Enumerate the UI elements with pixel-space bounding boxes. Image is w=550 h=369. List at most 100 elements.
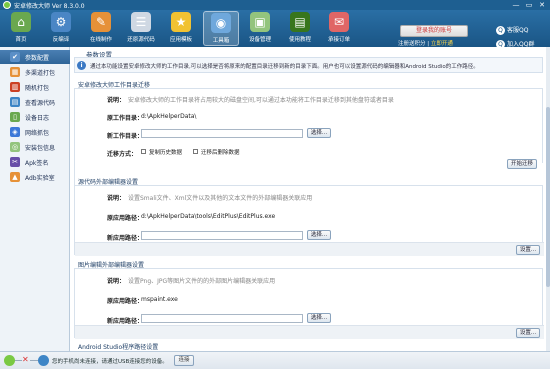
section-description: 设置Smali文件、Xml文件以及其他的文本文件的外部编辑器关联应用 (128, 195, 313, 202)
orig-dir-label: 原工作目录： (107, 115, 144, 122)
home-icon: ⌂ (11, 12, 31, 32)
sidebar-item-package-info[interactable]: ◎ 安装包信息 (0, 140, 70, 154)
main-scrollbar[interactable] (546, 47, 550, 351)
desc-label: 说明： (107, 195, 126, 202)
status-bar: ✕ 您的手机尚未连接，请通过USB连接您的设备。 连接 (0, 351, 550, 369)
sidebar-item-label: 查看源代码 (25, 99, 56, 107)
close-button[interactable]: ✕ (537, 1, 547, 9)
connection-line (15, 360, 22, 361)
multichannel-icon: ▦ (10, 67, 20, 77)
connection-status-text: 您的手机尚未连接，请通过USB连接您的设备。 (52, 359, 168, 365)
new-dir-label: 新工作目录： (107, 133, 144, 140)
restore-source-icon: ☰ (131, 12, 151, 32)
toolbar-toolbox-button[interactable]: ◉ 工具箱 (203, 11, 239, 46)
online-make-icon: ✎ (91, 12, 111, 32)
sidebar-item-apk-sign[interactable]: ✂ Apk签名 (0, 155, 70, 169)
new-app-label: 新应用路径： (107, 318, 144, 325)
apk-sign-icon: ✂ (10, 157, 20, 167)
toolbar-restore-source-button[interactable]: ☰ 还原源代码 (123, 11, 159, 46)
toolbar-home-button[interactable]: ⌂ 首页 (3, 11, 39, 46)
desc-label: 说明： (107, 97, 126, 104)
packet-capture-icon: ◈ (10, 127, 20, 137)
sidebar: ✔ 参数配置 ▦ 多渠道打包 ▥ 随机打包 ▤ 查看源代码 ▯ 设备日志 ◈ 网络抓包 ◎ 安装包信息 ✂ A… (0, 47, 70, 351)
browse-dir-button[interactable]: 选择... (307, 128, 331, 138)
migrate-mode-label: 迁移方式： (107, 151, 138, 158)
toolbar-label: 工具箱 (212, 38, 230, 44)
toolbar-label: 应用模板 (169, 37, 192, 43)
toolbar-label: 承接订单 (327, 37, 350, 43)
intro-text: 通过本功能设置安卓修改大师的工作目录,可以选择是否将原来的配置目录迁移到新的目录… (90, 64, 479, 70)
sidebar-item-settings[interactable]: ✔ 参数配置 (0, 50, 70, 64)
section-box: 说明： 设置Smali文件、Xml文件以及其他的文本文件的外部编辑器关联应用 原… (74, 185, 544, 256)
new-editor-path-input[interactable] (141, 231, 303, 240)
qq-icon: Q (496, 26, 505, 35)
account-promo: 登录我的账号 注册送积分 | 立即开通 (398, 23, 470, 50)
sidebar-item-label: 网络抓包 (25, 129, 50, 137)
toolbar-online-make-button[interactable]: ✎ 在线制作 (83, 11, 119, 46)
section-description: 安卓修改大师的工作目录将占用较大的磁盘空间,可以通过本功能将工作目录迁移到其他盘… (128, 97, 394, 104)
login-account-button[interactable]: 登录我的账号 (400, 25, 468, 37)
set-editor-button[interactable]: 设置... (516, 245, 540, 255)
toolbar-app-template-button[interactable]: ★ 应用模板 (163, 11, 199, 46)
sidebar-item-device-log[interactable]: ▯ 设备日志 (0, 110, 70, 124)
minimize-button[interactable]: — (511, 1, 521, 9)
phone-device-icon (38, 355, 49, 366)
orig-app-label: 原应用路径： (107, 298, 144, 305)
main-toolbar: ⌂ 首页 ⚙ 反编译 ✎ 在线制作 ☰ 还原源代码 ★ 应用模板 ◉ 工具箱 ▣ 设备管理 ▤ 使用教程 ✉ 承接… (0, 10, 550, 50)
sidebar-item-adb-lab[interactable]: ▲ Adb实验室 (0, 170, 70, 184)
restore-button[interactable]: ▭ (524, 1, 534, 9)
new-dir-input[interactable] (141, 129, 303, 138)
orig-app-value: d:\ApkHelperData\tools\EditPlus\EditPlus… (141, 213, 276, 220)
title-bar: 安卓修改大师 Ver 8.3.0.0 — ▭ ✕ (0, 0, 550, 10)
copy-history-label: 复制历史数据 (149, 150, 183, 156)
delete-after-checkbox[interactable] (193, 149, 198, 154)
browse-editor-button[interactable]: 选择... (307, 230, 331, 240)
support-qq-link[interactable]: Q 客服QQ (496, 25, 528, 35)
app-title: 安卓修改大师 Ver 8.3.0.0 (14, 3, 85, 10)
toolbar-decompile-button[interactable]: ⚙ 反编译 (43, 11, 79, 46)
sidebar-item-label: Adb实验室 (25, 174, 55, 182)
support-qq-label: 客服QQ (507, 27, 529, 34)
browse-image-editor-button[interactable]: 选择... (307, 313, 331, 323)
register-promo-line[interactable]: 注册送积分 | 立即开通 (398, 39, 498, 47)
section-box: 说明： 设置Png、JPG等图片文件的的外部图片编辑器关联应用 原应用路径： m… (74, 268, 544, 339)
app-logo-icon (3, 1, 11, 9)
copy-history-checkbox[interactable] (141, 149, 146, 154)
toolbar-label: 设备管理 (248, 37, 271, 43)
toolbar-tutorial-button[interactable]: ▤ 使用教程 (282, 11, 318, 46)
settings-icon: ✔ (10, 52, 20, 62)
sidebar-item-label: Apk签名 (25, 159, 49, 167)
sidebar-item-packet-capture[interactable]: ◈ 网络抓包 (0, 125, 70, 139)
toolbox-icon: ◉ (211, 13, 231, 33)
toolbar-label: 在线制作 (89, 37, 112, 43)
new-image-editor-input[interactable] (141, 314, 303, 323)
set-image-editor-button[interactable]: 设置... (516, 328, 540, 338)
section-title: Android Studio程序路径设置 (78, 344, 159, 351)
intro-banner: i 通过本功能设置安卓修改大师的工作目录,可以选择是否将原来的配置目录迁移到新的… (74, 57, 543, 73)
image-editor-section: 图片编辑外部编辑器设置 说明： 设置Png、JPG等图片文件的的外部图片编辑器关… (74, 260, 544, 340)
sidebar-item-random-pack[interactable]: ▥ 随机打包 (0, 80, 70, 94)
toolbar-orders-button[interactable]: ✉ 承接订单 (321, 11, 357, 46)
toolbar-label: 反编译 (52, 37, 70, 43)
device-manager-icon: ▣ (250, 12, 270, 32)
package-info-icon: ◎ (10, 142, 20, 152)
sidebar-item-label: 参数配置 (25, 54, 50, 62)
orig-dir-value: d:\ApkHelperData\ (141, 113, 197, 120)
connect-button[interactable]: 连接 (174, 355, 194, 366)
connection-line (30, 360, 38, 361)
sidebar-item-label: 安装包信息 (25, 144, 56, 152)
toolbar-device-manager-button[interactable]: ▣ 设备管理 (242, 11, 278, 46)
sidebar-item-multichannel[interactable]: ▦ 多渠道打包 (0, 65, 70, 79)
scrollbar-thumb[interactable] (546, 107, 550, 287)
source-editor-section: 源代码外部编辑器设置 说明： 设置Smali文件、Xml文件以及其他的文本文件的… (74, 177, 544, 257)
start-migration-button[interactable]: 开始迁移 (507, 159, 537, 169)
sidebar-item-view-source[interactable]: ▤ 查看源代码 (0, 95, 70, 109)
orders-icon: ✉ (329, 12, 349, 32)
toolbar-label: 首页 (15, 37, 27, 43)
adb-lab-icon: ▲ (10, 172, 20, 182)
new-app-label: 新应用路径： (107, 235, 144, 242)
orig-app-value: mspaint.exe (141, 296, 178, 303)
orig-app-label: 原应用路径： (107, 215, 144, 222)
section-footer: 设置... (75, 242, 544, 256)
sidebar-item-label: 设备日志 (25, 114, 50, 122)
